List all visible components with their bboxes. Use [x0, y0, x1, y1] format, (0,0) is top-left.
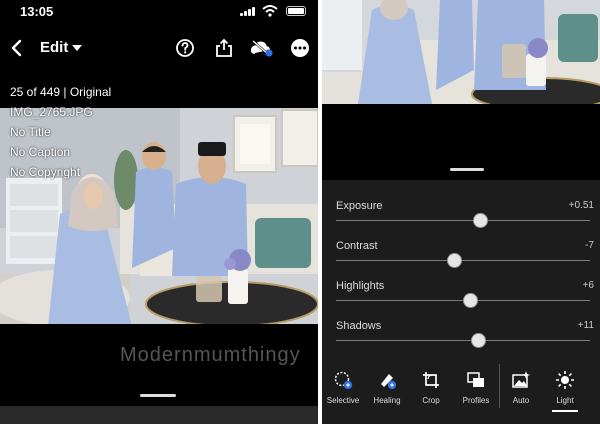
- slider-value: +11: [577, 320, 594, 331]
- profiles-icon: [467, 372, 484, 387]
- slider-label: Contrast: [336, 240, 378, 252]
- edit-menu-button[interactable]: Edit: [40, 39, 83, 56]
- bottom-panel-strip: [0, 406, 318, 424]
- exposure-slider[interactable]: Exposure +0.51: [336, 200, 596, 240]
- auto-icon: [512, 371, 530, 388]
- panel-drag-handle[interactable]: [450, 168, 484, 171]
- slider-knob[interactable]: [473, 213, 489, 228]
- status-bar: 13:05: [0, 0, 318, 24]
- tool-profiles[interactable]: Profiles: [453, 370, 499, 405]
- slider-track[interactable]: [336, 260, 590, 261]
- selective-icon: [334, 371, 353, 390]
- photo-caption: No Caption: [10, 145, 71, 159]
- shadows-slider[interactable]: Shadows +11: [336, 320, 596, 360]
- tool-label: Auto: [512, 396, 530, 405]
- photo-count: 25 of 449 | Original: [10, 85, 112, 99]
- tool-crop[interactable]: Crop: [408, 370, 454, 405]
- left-screen: 13:05 Edit 25 of 449 | Original IMG_2765…: [0, 0, 318, 424]
- sheet-drag-handle[interactable]: [140, 394, 176, 397]
- battery-icon: [286, 6, 306, 16]
- crop-icon: [423, 372, 439, 388]
- slider-value: +0.51: [568, 200, 594, 211]
- tool-light[interactable]: Light: [542, 370, 588, 405]
- slider-label: Highlights: [336, 280, 385, 292]
- slider-label: Exposure: [336, 200, 383, 212]
- top-bar: Edit: [0, 34, 318, 62]
- right-screen: Exposure +0.51 Contrast -7 Highlights +6…: [322, 0, 600, 424]
- edit-toolbar: Selective Healing Crop Profiles Auto Lig…: [322, 364, 600, 424]
- slider-value: +6: [582, 280, 594, 291]
- share-icon[interactable]: [214, 38, 234, 58]
- highlights-slider[interactable]: Highlights +6: [336, 280, 596, 320]
- chevron-left-icon[interactable]: [8, 38, 26, 58]
- watermark-text: Modernmumthingy: [120, 344, 301, 366]
- slider-knob[interactable]: [470, 333, 486, 348]
- caret-down-icon: [72, 44, 83, 51]
- slider-value: -7: [585, 240, 594, 251]
- slider-track[interactable]: [336, 220, 590, 221]
- status-time: 13:05: [20, 4, 54, 19]
- photo-title: No Title: [10, 125, 51, 139]
- photo-info-overlay: 25 of 449 | Original IMG_2765.JPG No Tit…: [10, 82, 111, 182]
- slider-knob[interactable]: [463, 293, 479, 308]
- slider-label: Shadows: [336, 320, 382, 332]
- tool-label: Profiles: [462, 396, 490, 405]
- edit-label: Edit: [40, 39, 69, 56]
- cloud-sync-icon[interactable]: [250, 38, 274, 58]
- slider-knob[interactable]: [446, 253, 462, 268]
- tool-label: Light: [556, 396, 574, 405]
- light-sun-icon: [556, 371, 574, 389]
- slider-track[interactable]: [336, 340, 590, 341]
- healing-brush-icon: [381, 374, 397, 390]
- tool-healing[interactable]: Healing: [364, 370, 410, 405]
- tool-label: Crop: [422, 396, 440, 405]
- photo-copyright: No Copyright: [10, 165, 81, 179]
- tool-selective[interactable]: Selective: [322, 370, 366, 405]
- photo-preview-top[interactable]: [322, 0, 600, 104]
- tool-auto[interactable]: Auto: [498, 370, 544, 405]
- active-tool-indicator: [552, 410, 578, 412]
- tool-label: Healing: [373, 396, 401, 405]
- wifi-icon: [262, 5, 278, 17]
- tool-label: Selective: [326, 396, 360, 405]
- photo-filename: IMG_2765.JPG: [10, 105, 93, 119]
- contrast-slider[interactable]: Contrast -7: [336, 240, 596, 280]
- signal-icon: [240, 7, 255, 16]
- help-icon[interactable]: [175, 38, 195, 58]
- more-icon[interactable]: [290, 38, 310, 58]
